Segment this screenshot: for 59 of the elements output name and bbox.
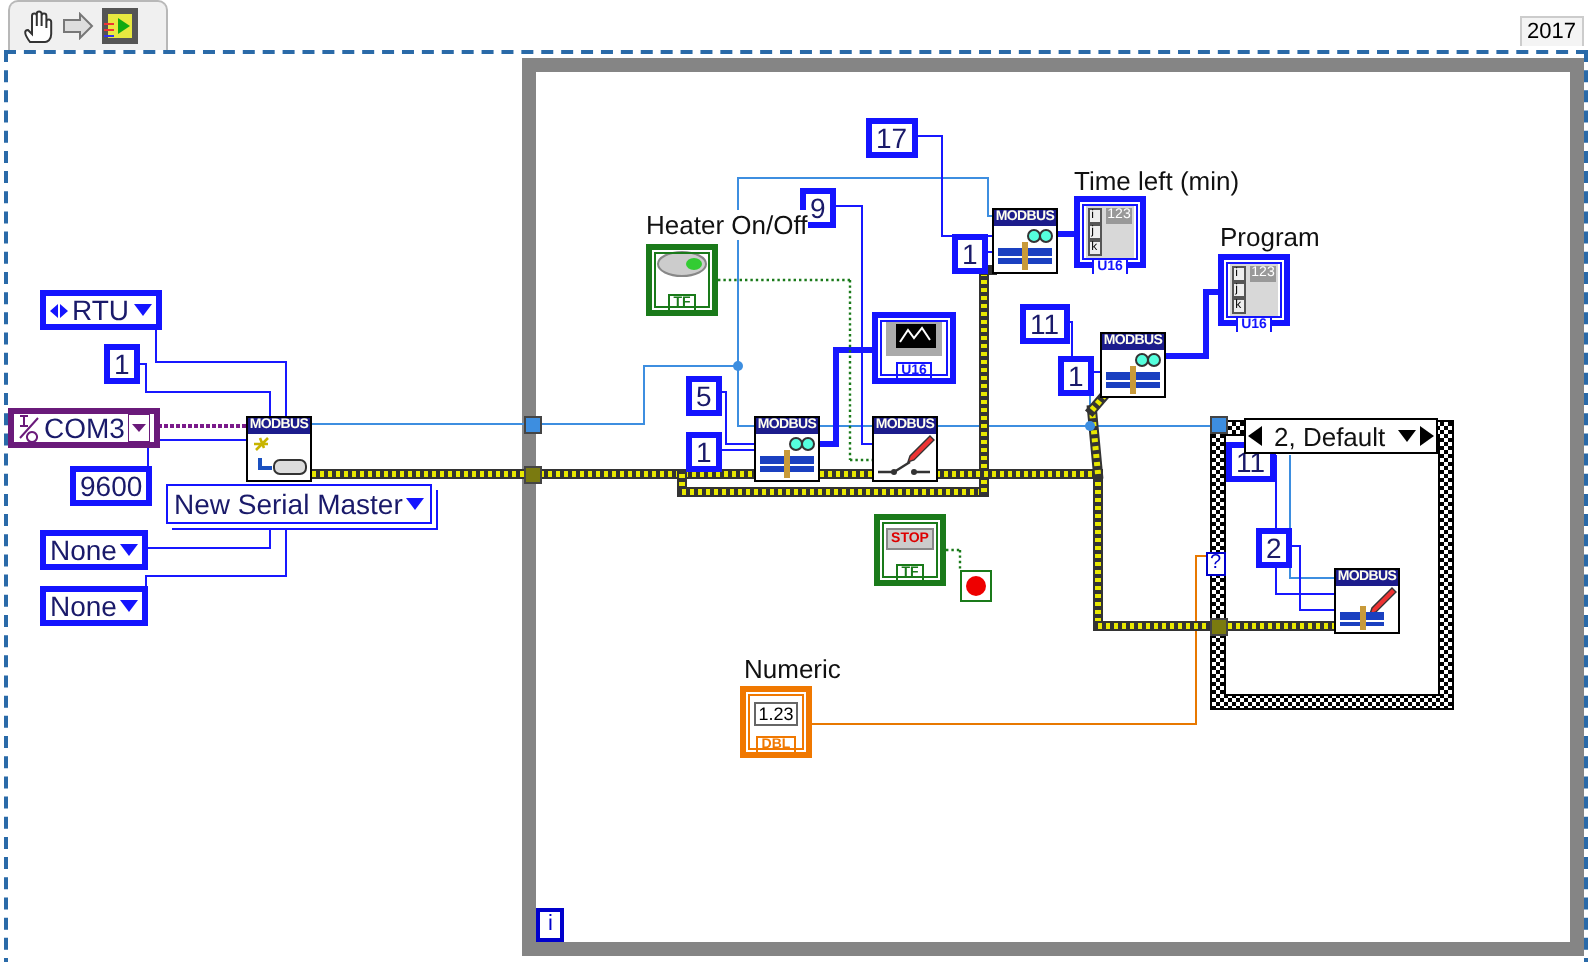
numeric-constant: 2 [1256, 528, 1292, 568]
terminal-label: Numeric [744, 654, 841, 684]
led-icon [656, 250, 708, 278]
caret-icon[interactable] [406, 498, 425, 510]
error-tunnel [1210, 618, 1228, 636]
constant-value: New Serial Master [174, 490, 403, 518]
caret-icon[interactable] [120, 544, 139, 556]
error-wire [815, 469, 877, 479]
caret-icon[interactable] [120, 600, 139, 612]
session-tunnel [1210, 416, 1228, 434]
pencil-register-icon [1336, 586, 1398, 632]
constant-value: None [50, 592, 117, 620]
glasses-register-icon [756, 434, 818, 480]
constant-value: RTU [72, 296, 130, 324]
version-label: 2017 [1519, 16, 1584, 46]
io-icon [18, 414, 40, 442]
numeric-constant: 1 [686, 432, 722, 472]
enum-constant[interactable]: None [40, 586, 149, 626]
numeric-value: 1.23 [754, 702, 798, 726]
terminal-label: Program [1220, 222, 1320, 252]
loop-stop-icon[interactable] [960, 570, 992, 602]
caret-icon[interactable] [133, 304, 152, 316]
numeric-constant: 17 [866, 118, 918, 158]
chart-icon [884, 318, 944, 358]
caret-icon[interactable] [1397, 430, 1416, 442]
terminal-label: Time left (min) [1074, 166, 1240, 196]
switch-pencil-icon [874, 434, 936, 480]
run-icon[interactable] [102, 8, 138, 44]
session-tunnel [524, 416, 542, 434]
arrow-icon[interactable] [62, 12, 94, 40]
enum-arrows-icon [50, 303, 68, 317]
case-selector-terminal: ? [1206, 552, 1226, 576]
serial-port-icon [248, 434, 310, 480]
caret-icon[interactable] [128, 414, 151, 442]
numeric-constant: 5 [686, 376, 722, 416]
wire [1071, 321, 1073, 361]
case-selector[interactable]: 2, Default [1244, 418, 1438, 454]
glasses-register-icon [1102, 350, 1164, 396]
error-tunnel [524, 466, 542, 484]
wire-junction [733, 361, 743, 371]
increment-arrow-icon[interactable] [1419, 426, 1434, 446]
numeric-constant: 9600 [70, 466, 153, 506]
ring-constant[interactable]: New Serial Master [166, 484, 433, 524]
case-label: 2, Default [1272, 421, 1388, 451]
decrement-arrow-icon[interactable] [1248, 426, 1262, 446]
constant-value: None [50, 536, 117, 564]
wire-junction [1085, 421, 1095, 431]
numeric-constant: 1 [104, 344, 140, 384]
numeric-constant: 1 [952, 234, 988, 274]
enum-constant[interactable]: None [40, 530, 149, 570]
enum-constant[interactable]: RTU [40, 290, 162, 330]
numeric-constant: 11 [1020, 304, 1070, 344]
constant-value: COM3 [44, 414, 125, 442]
error-wire [1223, 621, 1339, 631]
numeric-constant: 1 [1058, 356, 1094, 396]
iteration-terminal: i [536, 908, 565, 942]
visa-constant[interactable]: COM3 [8, 408, 161, 448]
hand-icon[interactable] [22, 9, 54, 43]
glasses-register-icon [994, 226, 1056, 272]
